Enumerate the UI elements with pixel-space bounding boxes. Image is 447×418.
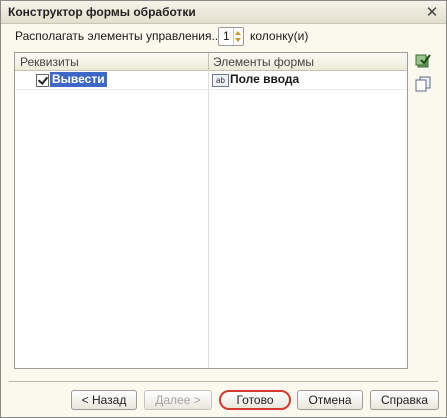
back-button[interactable]: < Назад — [71, 390, 137, 410]
column-divider-body — [208, 70, 209, 368]
next-button[interactable]: Далее > — [144, 390, 212, 410]
column-divider — [208, 53, 209, 70]
cancel-button[interactable]: Отмена — [297, 390, 363, 410]
layout-label: Располагать элементы управления... — [15, 29, 222, 43]
ab-icon: ab — [212, 74, 229, 87]
spinner-down-icon[interactable] — [235, 38, 241, 42]
columns-spinner[interactable]: 1 — [218, 27, 244, 46]
footer-divider — [9, 381, 438, 383]
form-constructor-dialog: Конструктор формы обработки ✕ Располагат… — [0, 0, 447, 418]
columns-value[interactable]: 1 — [223, 29, 230, 43]
column-header-form-elements[interactable]: Элементы формы — [213, 55, 314, 69]
form-element-cell[interactable]: Поле ввода — [230, 72, 299, 87]
checkmark-icon — [37, 74, 49, 85]
columns-unit-label: колонку(и) — [250, 29, 309, 43]
table-header: Реквизиты Элементы формы — [15, 53, 407, 71]
spinner-arrows[interactable] — [233, 28, 243, 45]
column-header-attributes[interactable]: Реквизиты — [20, 55, 79, 69]
row-checkbox[interactable] — [36, 74, 49, 87]
close-icon[interactable]: ✕ — [424, 4, 440, 20]
table-row[interactable]: Вывести ab Поле ввода — [15, 71, 407, 90]
help-button[interactable]: Справка — [370, 390, 439, 410]
spinner-up-icon[interactable] — [235, 31, 241, 35]
dialog-title: Конструктор формы обработки — [8, 5, 196, 19]
title-bar: Конструктор формы обработки ✕ — [1, 1, 446, 24]
check-all-icon[interactable] — [414, 52, 432, 70]
copy-icon[interactable] — [414, 75, 432, 93]
done-button[interactable]: Готово — [219, 390, 291, 410]
attribute-cell[interactable]: Вывести — [50, 72, 107, 87]
attributes-table[interactable]: Реквизиты Элементы формы Вывести ab Поле… — [14, 52, 408, 369]
